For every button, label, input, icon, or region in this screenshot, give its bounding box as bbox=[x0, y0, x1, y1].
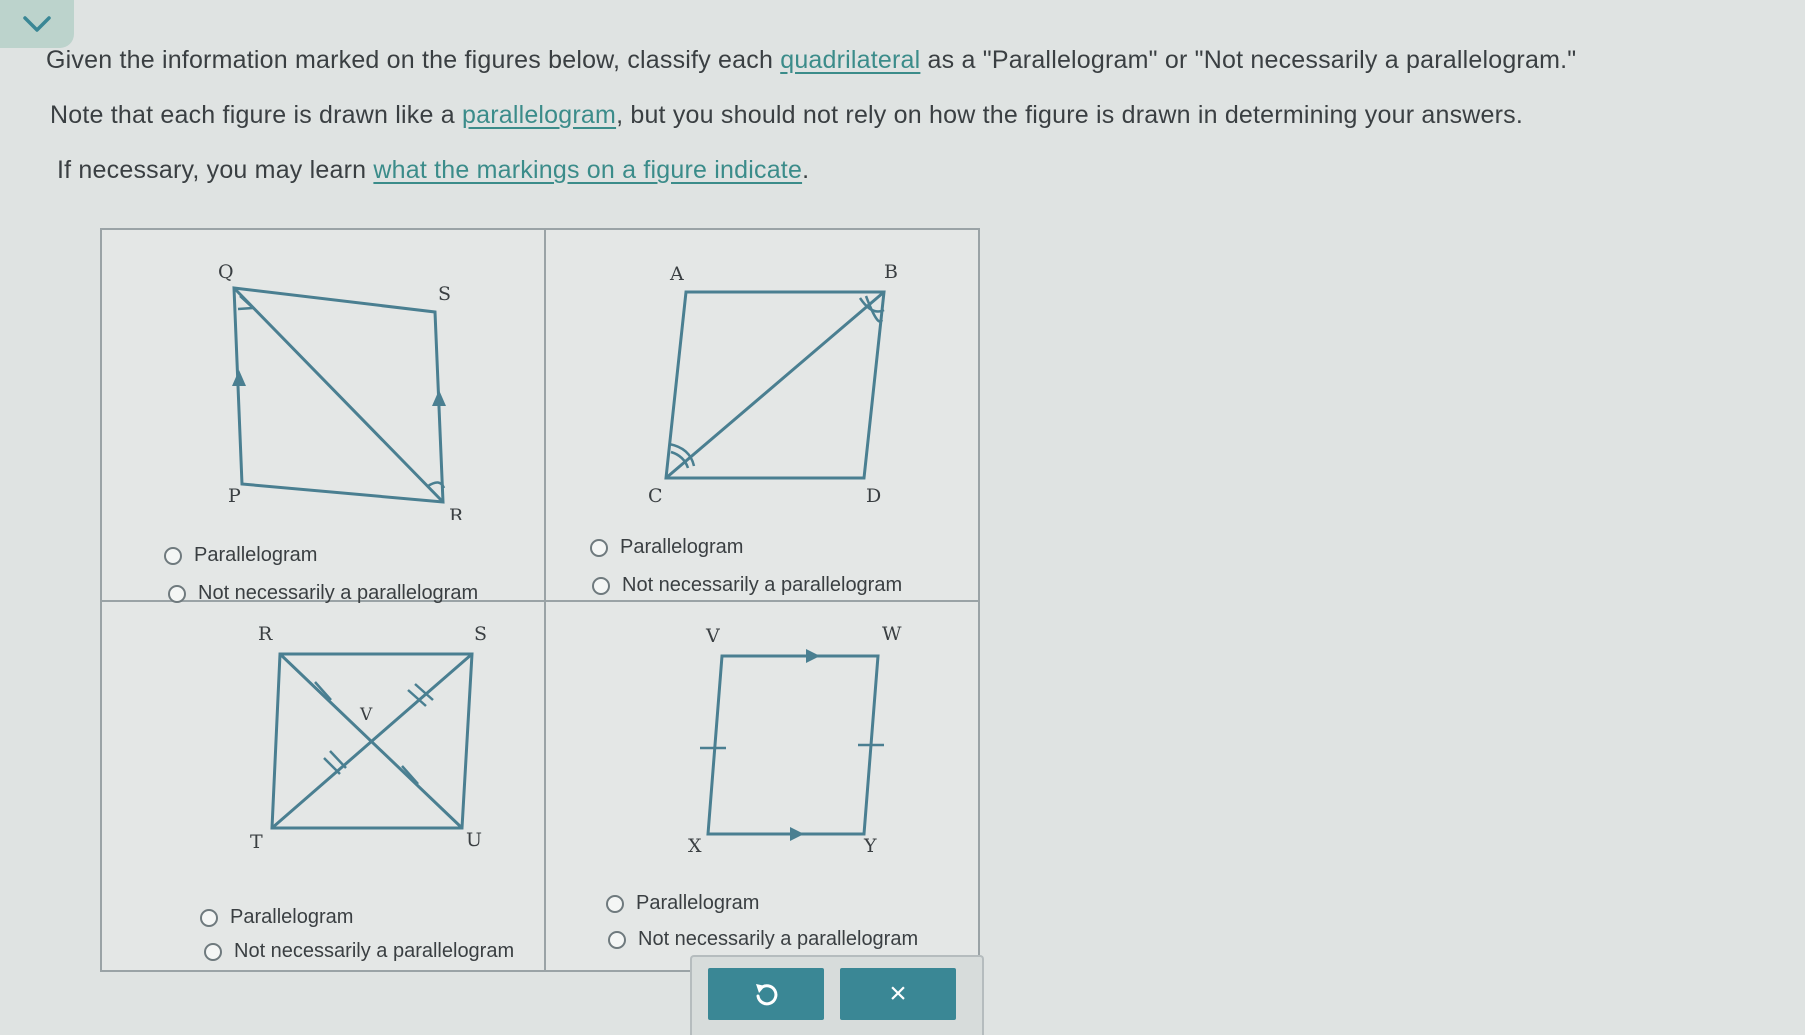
option-label: Not necessarily a parallelogram bbox=[622, 574, 903, 596]
vertex-label-s: S bbox=[438, 283, 451, 305]
instruction-text: If necessary, you may learn bbox=[57, 156, 374, 184]
reset-button[interactable] bbox=[708, 968, 824, 1020]
vertex-label-r: R bbox=[258, 623, 273, 645]
undo-icon bbox=[756, 984, 778, 1006]
radio-button[interactable] bbox=[608, 930, 626, 949]
vertex-label-w: W bbox=[882, 623, 902, 645]
figures-grid: Q S P R Parallelogram Not necessarily a … bbox=[100, 228, 980, 972]
vertex-label-v: V bbox=[705, 625, 720, 647]
radio-button[interactable] bbox=[168, 584, 186, 603]
radio-button[interactable] bbox=[204, 942, 222, 961]
quadrilateral-figure-4: V W X Y bbox=[688, 623, 902, 852]
option-label: Parallelogram bbox=[230, 906, 354, 928]
option-figure-3-not-necessarily[interactable]: Not necessarily a parallelogram bbox=[204, 940, 514, 963]
option-label: Parallelogram bbox=[620, 536, 744, 558]
radio-button[interactable] bbox=[164, 546, 182, 565]
figure-cell-2: A B C D Parallelogram Not necessarily a … bbox=[546, 230, 978, 602]
figure-cell-4: V W X Y Parallelogram Not necessarily a … bbox=[546, 602, 978, 970]
close-button[interactable]: × bbox=[840, 968, 956, 1020]
parallelogram-link[interactable]: parallelogram bbox=[462, 101, 616, 129]
instruction-line-2: Note that each figure is drawn like a pa… bbox=[50, 101, 1523, 130]
vertex-label-d: D bbox=[866, 485, 881, 507]
vertex-label-v: V bbox=[359, 705, 373, 725]
radio-button[interactable] bbox=[200, 908, 218, 927]
quadrilateral-figure-3: V R S T U bbox=[250, 623, 487, 853]
radio-button[interactable] bbox=[606, 894, 624, 913]
option-figure-3-parallelogram[interactable]: Parallelogram bbox=[200, 906, 353, 929]
option-label: Not necessarily a parallelogram bbox=[234, 940, 515, 962]
vertex-label-s: S bbox=[474, 623, 487, 645]
instruction-line-1: Given the information marked on the figu… bbox=[46, 46, 1576, 75]
vertex-label-b: B bbox=[884, 261, 898, 283]
quadrilateral-figure-1: Q S P R bbox=[218, 261, 464, 520]
instruction-line-3: If necessary, you may learn what the mar… bbox=[57, 156, 809, 185]
vertex-label-y: Y bbox=[863, 835, 877, 852]
option-label: Not necessarily a parallelogram bbox=[638, 928, 919, 950]
vertex-label-t: T bbox=[250, 831, 263, 853]
option-figure-4-not-necessarily[interactable]: Not necessarily a parallelogram bbox=[608, 928, 918, 951]
radio-button[interactable] bbox=[590, 538, 608, 557]
option-figure-2-not-necessarily[interactable]: Not necessarily a parallelogram bbox=[592, 574, 902, 597]
vertex-label-q: Q bbox=[218, 261, 234, 283]
close-icon: × bbox=[889, 977, 907, 1010]
instruction-text: Given the information marked on the figu… bbox=[46, 46, 781, 74]
collapse-toggle[interactable] bbox=[0, 0, 74, 48]
option-figure-2-parallelogram[interactable]: Parallelogram bbox=[590, 536, 743, 559]
option-label: Parallelogram bbox=[194, 544, 318, 566]
figure-cell-1: Q S P R Parallelogram Not necessarily a … bbox=[102, 230, 546, 604]
option-figure-1-parallelogram[interactable]: Parallelogram bbox=[164, 544, 317, 567]
instruction-text: Note that each figure is drawn like a bbox=[50, 101, 462, 129]
vertex-label-u: U bbox=[466, 829, 482, 851]
radio-button[interactable] bbox=[592, 576, 610, 595]
vertex-label-x: X bbox=[688, 835, 702, 852]
instruction-text: . bbox=[802, 156, 810, 184]
option-figure-4-parallelogram[interactable]: Parallelogram bbox=[606, 892, 759, 915]
quadrilateral-link[interactable]: quadrilateral bbox=[780, 46, 920, 74]
markings-help-link[interactable]: what the markings on a figure indicate bbox=[373, 156, 802, 184]
figure-cell-3: V R S T U Parallelogram Not necessarily … bbox=[102, 602, 546, 970]
vertex-label-p: P bbox=[228, 485, 241, 507]
instruction-text: , but you should not rely on how the fig… bbox=[616, 101, 1524, 129]
vertex-label-c: C bbox=[648, 485, 663, 507]
quadrilateral-figure-2: A B C D bbox=[648, 261, 898, 507]
vertex-label-a: A bbox=[669, 263, 684, 285]
option-label: Parallelogram bbox=[636, 892, 760, 914]
vertex-label-r: R bbox=[449, 505, 464, 520]
chevron-down-icon bbox=[23, 16, 51, 32]
instruction-text: as a "Parallelogram" or "Not necessarily… bbox=[920, 46, 1577, 74]
